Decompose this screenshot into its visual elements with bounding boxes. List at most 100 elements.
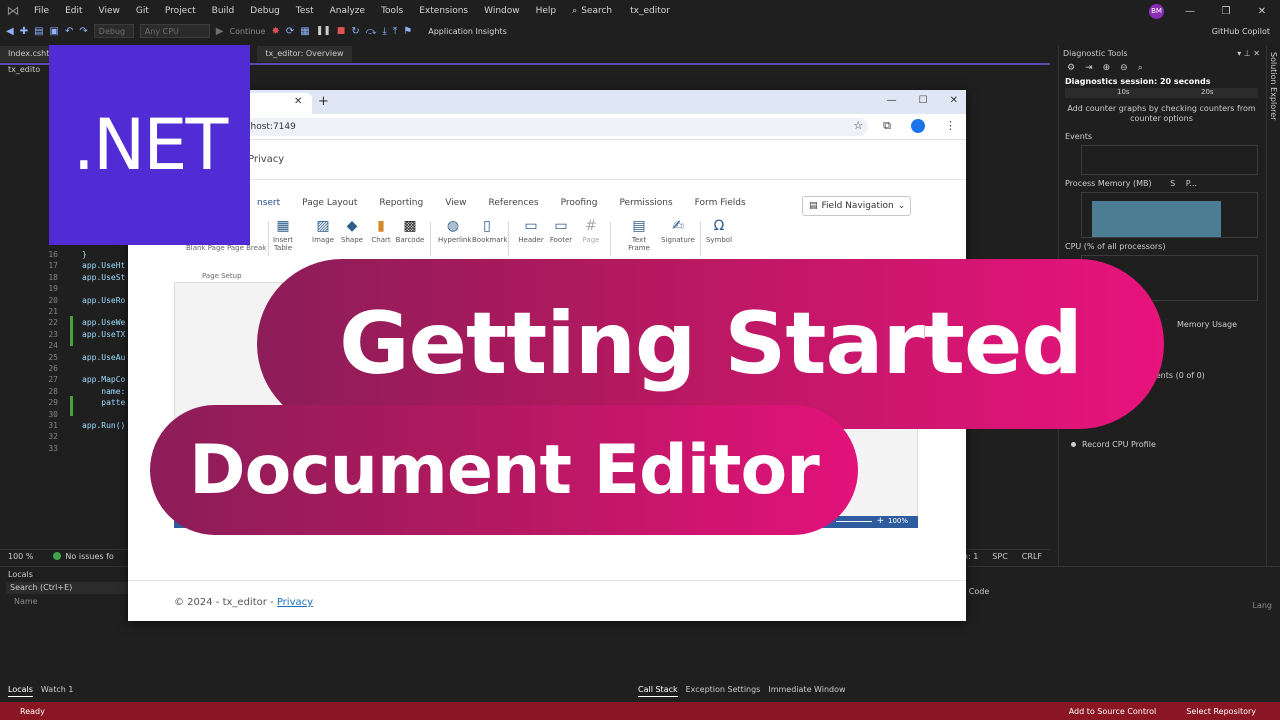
tab-exception-settings[interactable]: Exception Settings xyxy=(686,685,761,697)
github-copilot-button[interactable]: GitHub Copilot xyxy=(1212,27,1270,36)
page-number-button[interactable]: # Page xyxy=(576,218,606,244)
step-over-icon[interactable]: ⤼ xyxy=(366,26,377,37)
shape-button[interactable]: ◆ Shape xyxy=(337,218,367,244)
ribbon-tab-form-fields[interactable]: Form Fields xyxy=(684,198,757,208)
issues-indicator[interactable]: No issues fo xyxy=(53,552,114,561)
maximize-icon[interactable]: ☐ xyxy=(919,95,928,106)
ribbon-tab-insert[interactable]: nsert xyxy=(246,198,291,208)
code-line[interactable]: app.UseWe xyxy=(82,318,125,327)
step-into-icon[interactable]: ⤓ xyxy=(382,26,386,37)
language-column-header[interactable]: Lang xyxy=(1252,601,1272,610)
undo-icon[interactable]: ↶ xyxy=(65,26,73,37)
avatar[interactable]: BM xyxy=(1149,3,1164,19)
nav-privacy-link[interactable]: Privacy xyxy=(248,154,284,165)
ribbon-tab-page-layout[interactable]: Page Layout xyxy=(291,198,368,208)
config-select[interactable]: Debug xyxy=(93,24,134,38)
menu-view[interactable]: View xyxy=(91,6,128,16)
open-icon[interactable]: ▤ xyxy=(34,26,43,37)
search-box[interactable]: ⌕ Search xyxy=(572,6,612,16)
code-line[interactable]: app.Run() xyxy=(82,421,125,430)
image-button[interactable]: ▨ Image xyxy=(308,218,338,244)
zoom-in-icon[interactable]: + xyxy=(876,516,884,526)
zoom-in-icon[interactable]: ⊕ xyxy=(1103,63,1111,73)
events-graph[interactable] xyxy=(1081,145,1258,175)
step-out-icon[interactable]: ⤒ xyxy=(393,26,397,37)
url-input[interactable]: lhost:7149 xyxy=(168,118,868,136)
code-line[interactable]: app.UseTX xyxy=(82,330,125,339)
window-icon[interactable]: ▦ xyxy=(300,26,309,37)
zoom-out-icon[interactable]: ⊖ xyxy=(1120,63,1128,73)
code-line[interactable]: app.MapCo xyxy=(82,375,125,384)
tab-locals[interactable]: Locals xyxy=(8,685,33,697)
zoom-slider[interactable] xyxy=(836,521,872,522)
menu-window[interactable]: Window xyxy=(476,6,528,16)
continue-button[interactable]: Continue xyxy=(229,27,265,36)
menu-tools[interactable]: Tools xyxy=(373,6,411,16)
hyperlink-button[interactable]: ◍ Hyperlink xyxy=(438,218,471,244)
menu-git[interactable]: Git xyxy=(128,6,157,16)
code-line[interactable]: patte xyxy=(82,398,125,407)
code-line[interactable]: } xyxy=(82,250,87,259)
timeline-ruler[interactable]: 10s 20s xyxy=(1065,88,1258,98)
pin-icon[interactable]: ▾ ⊥ ✕ xyxy=(1237,49,1260,58)
footer-privacy-link[interactable]: Privacy xyxy=(277,597,313,608)
menu-extensions[interactable]: Extensions xyxy=(411,6,476,16)
settings-icon[interactable]: ⚙ xyxy=(1067,63,1075,73)
tab-watch-1[interactable]: Watch 1 xyxy=(41,685,74,697)
zoom-level[interactable]: 100 % xyxy=(8,552,33,561)
play-icon[interactable]: ▶ xyxy=(216,26,224,37)
menu-file[interactable]: File xyxy=(26,6,57,16)
menu-test[interactable]: Test xyxy=(288,6,322,16)
record-cpu-profile-button[interactable]: Record CPU Profile xyxy=(1071,440,1156,449)
profile-icon[interactable] xyxy=(911,119,925,133)
close-tab-icon[interactable]: ✕ xyxy=(294,96,302,107)
menu-edit[interactable]: Edit xyxy=(57,6,90,16)
application-insights-button[interactable]: Application Insights xyxy=(428,27,507,36)
ribbon-tab-view[interactable]: View xyxy=(434,198,477,208)
code-line[interactable]: app.UseSt xyxy=(82,273,125,282)
new-project-icon[interactable]: ✚ xyxy=(20,26,28,37)
tab-call-stack[interactable]: Call Stack xyxy=(638,685,678,697)
code-line[interactable]: name: xyxy=(82,387,125,396)
menu-help[interactable]: Help xyxy=(528,6,565,16)
minimize-icon[interactable]: — xyxy=(1172,6,1208,17)
ribbon-tab-proofing[interactable]: Proofing xyxy=(550,198,609,208)
whitespace-indicator[interactable]: SPC xyxy=(992,552,1008,561)
insert-table-button[interactable]: ▦ Insert Table xyxy=(268,218,298,252)
redo-icon[interactable]: ↷ xyxy=(79,26,87,37)
text-frame-button[interactable]: ▤ Text Frame xyxy=(620,218,658,252)
stop-icon[interactable]: ■ xyxy=(337,26,346,36)
back-icon[interactable]: ◀ xyxy=(6,26,14,37)
save-icon[interactable]: ▣ xyxy=(50,26,59,37)
menu-debug[interactable]: Debug xyxy=(242,6,288,16)
chart-button[interactable]: ▮ Chart xyxy=(366,218,396,244)
active-file-tab[interactable]: tx_edito xyxy=(8,65,40,74)
restart-icon[interactable]: ↻ xyxy=(351,26,359,37)
close-icon[interactable]: ✕ xyxy=(1244,6,1280,17)
ribbon-tab-references[interactable]: References xyxy=(478,198,550,208)
extensions-icon[interactable]: ⧉ xyxy=(883,119,891,133)
menu-analyze[interactable]: Analyze xyxy=(322,6,373,16)
blank-page-button[interactable]: Blank Page Page Break xyxy=(186,244,266,252)
export-icon[interactable]: ⇥ xyxy=(1085,63,1093,73)
platform-select[interactable]: Any CPU xyxy=(139,24,210,38)
menu-project[interactable]: Project xyxy=(157,6,204,16)
header-button[interactable]: ▭ Header xyxy=(516,218,546,244)
reset-zoom-icon[interactable]: ⌕ xyxy=(1138,63,1143,73)
select-repository-button[interactable]: Select Repository xyxy=(1186,707,1256,716)
code-line[interactable]: app.UseRo xyxy=(82,296,125,305)
bookmark-button[interactable]: ▯ Bookmark xyxy=(472,218,507,244)
restore-icon[interactable]: ❐ xyxy=(1208,6,1244,17)
code-column-header[interactable]: l Code xyxy=(964,587,989,596)
new-tab-icon[interactable]: + xyxy=(318,94,329,109)
ribbon-tab-reporting[interactable]: Reporting xyxy=(368,198,434,208)
close-icon[interactable]: ✕ xyxy=(950,95,958,106)
bookmark-icon[interactable]: ⚑ xyxy=(403,26,412,37)
line-ending-indicator[interactable]: CRLF xyxy=(1022,552,1042,561)
barcode-button[interactable]: ▩ Barcode xyxy=(395,218,425,244)
solution-explorer-tab[interactable]: Solution Explorer xyxy=(1266,46,1280,566)
tab-immediate-window[interactable]: Immediate Window xyxy=(768,685,845,697)
menu-build[interactable]: Build xyxy=(204,6,243,16)
add-to-source-control-button[interactable]: Add to Source Control xyxy=(1069,707,1157,716)
field-navigation-dropdown[interactable]: ▤ Field Navigation ⌄ xyxy=(802,196,911,216)
